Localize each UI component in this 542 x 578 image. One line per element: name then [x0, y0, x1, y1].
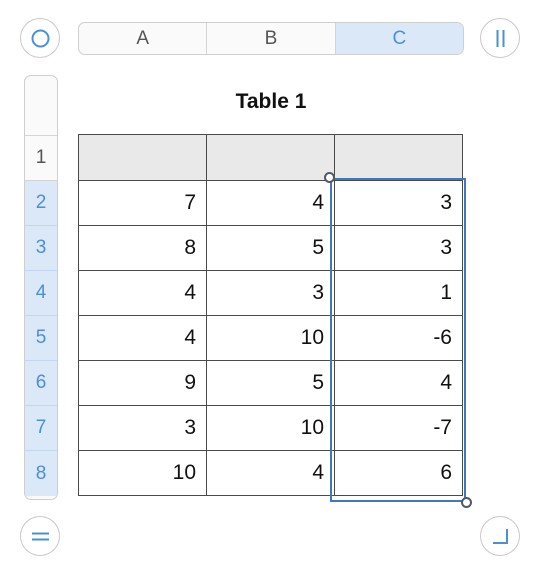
table-cell[interactable]: 1	[334, 270, 463, 316]
table-row: 9 5 4	[78, 360, 463, 406]
table-cell[interactable]: 3	[78, 405, 207, 451]
table-cell[interactable]: 4	[206, 450, 335, 496]
table-row: 7 4 3	[78, 180, 463, 226]
table-cell[interactable]: 7	[78, 180, 207, 226]
table-row: 4 3 1	[78, 270, 463, 316]
table-header-row	[78, 134, 463, 181]
add-column-button[interactable]	[480, 18, 520, 58]
table-cell[interactable]: 4	[206, 180, 335, 226]
row-header-1[interactable]: 1	[25, 136, 57, 181]
add-row-button[interactable]	[20, 516, 60, 556]
table-cell[interactable]: 3	[334, 225, 463, 271]
table-row: 8 5 3	[78, 225, 463, 271]
table-cell[interactable]: 10	[78, 450, 207, 496]
row-header-2[interactable]: 2	[25, 181, 57, 226]
table-cell[interactable]: 4	[78, 270, 207, 316]
row-header-5[interactable]: 5	[25, 316, 57, 361]
column-header-c[interactable]: C	[335, 23, 463, 54]
row-header-empty[interactable]	[25, 76, 57, 136]
row-header-4[interactable]: 4	[25, 271, 57, 316]
table-cell[interactable]: 8	[78, 225, 207, 271]
selection-handle-top-left[interactable]	[324, 172, 335, 183]
table-row: 3 10 -7	[78, 405, 463, 451]
table-cell[interactable]: 10	[206, 405, 335, 451]
table-cell[interactable]: 6	[334, 450, 463, 496]
table-title[interactable]: Table 1	[78, 90, 464, 114]
column-header-b[interactable]: B	[207, 23, 336, 54]
table-row: 10 4 6	[78, 450, 463, 496]
row-header-bar: 1 2 3 4 5 6 7 8	[24, 75, 58, 500]
row-header-8[interactable]: 8	[25, 451, 57, 496]
column-header-a[interactable]: A	[79, 23, 208, 54]
table-cell[interactable]: 10	[206, 315, 335, 361]
table-cell[interactable]: -6	[334, 315, 463, 361]
table-cell[interactable]: 4	[78, 315, 207, 361]
table-cell[interactable]	[334, 134, 463, 181]
table-cell[interactable]: 3	[334, 180, 463, 226]
table-cell[interactable]: 5	[206, 360, 335, 406]
table-cell[interactable]: 4	[334, 360, 463, 406]
equals-icon	[32, 532, 49, 541]
table-cell[interactable]	[78, 134, 207, 181]
table-cell[interactable]: -7	[334, 405, 463, 451]
row-header-6[interactable]: 6	[25, 361, 57, 406]
table-cell[interactable]	[206, 134, 335, 181]
row-header-7[interactable]: 7	[25, 406, 57, 451]
table-row: 4 10 -6	[78, 315, 463, 361]
table-cell[interactable]: 9	[78, 360, 207, 406]
resize-corner-icon	[493, 529, 508, 544]
circle-icon	[31, 29, 50, 48]
table-cell[interactable]: 3	[206, 270, 335, 316]
table-options-button[interactable]	[20, 18, 60, 58]
resize-table-button[interactable]	[480, 516, 520, 556]
pause-bars-icon	[496, 30, 505, 47]
data-table: 7 4 3 8 5 3 4 3 1 4 10 -6 9 5 4 3 10 -7 …	[78, 134, 463, 496]
column-header-bar: A B C	[78, 22, 464, 55]
table-cell[interactable]: 5	[206, 225, 335, 271]
row-header-3[interactable]: 3	[25, 226, 57, 271]
selection-handle-bottom-right[interactable]	[461, 497, 472, 508]
